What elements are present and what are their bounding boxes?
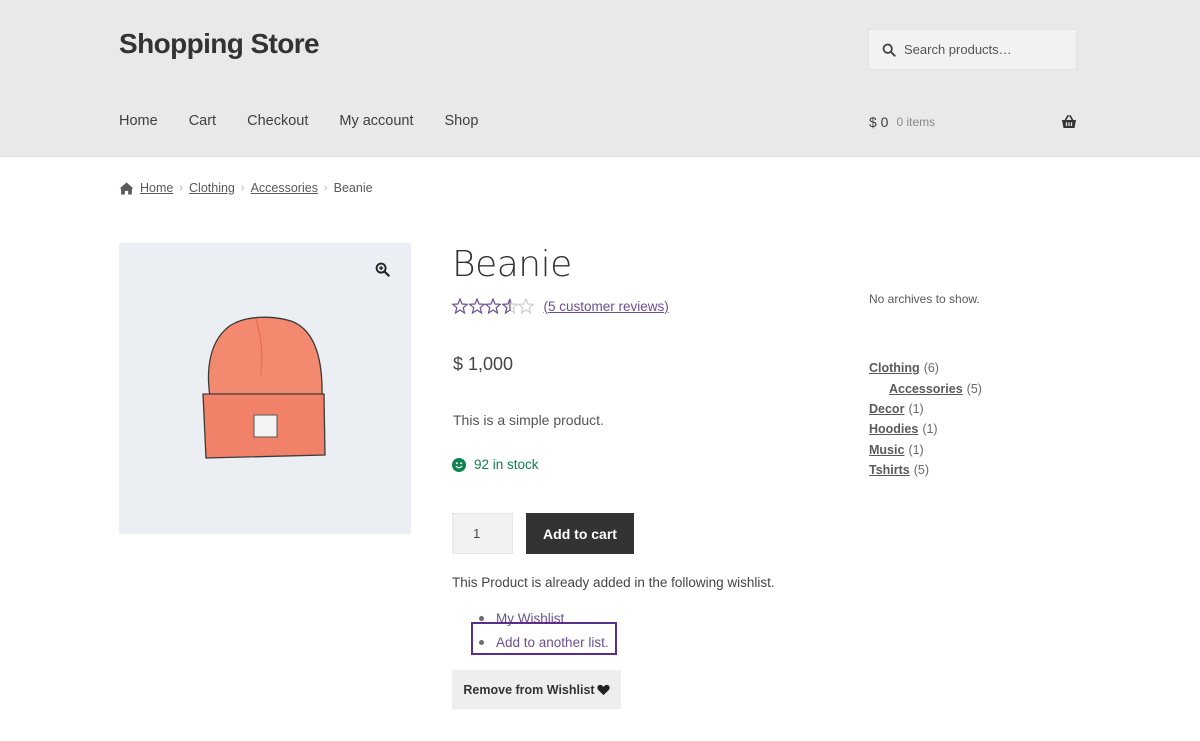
category-count: (1) [908, 401, 924, 416]
star-empty-icon [518, 298, 534, 314]
customer-reviews-link[interactable]: (5 customer reviews) [544, 299, 669, 314]
category-link-clothing[interactable]: Clothing [869, 361, 920, 375]
nav-shop[interactable]: Shop [445, 113, 479, 129]
category-count: (6) [923, 361, 939, 376]
remove-from-wishlist-button[interactable]: Remove from Wishlist [452, 670, 621, 709]
category-item: Accessories (5) [869, 378, 982, 398]
breadcrumb-current: Beanie [333, 181, 373, 195]
site-title[interactable]: Shopping Store [119, 28, 320, 60]
category-link-decor[interactable]: Decor [869, 402, 904, 416]
no-archives-text: No archives to show. [869, 292, 980, 306]
category-item: Music (1) [869, 440, 982, 460]
stock-status: 92 in stock [452, 457, 539, 472]
category-count: (5) [966, 381, 982, 396]
quantity-input[interactable]: 1 [452, 513, 513, 554]
star-icon [452, 298, 468, 314]
zoom-icon[interactable] [375, 262, 390, 277]
basket-icon[interactable] [1061, 114, 1077, 130]
stock-text: 92 in stock [474, 457, 539, 472]
beanie-image [202, 316, 326, 459]
focus-highlight [471, 622, 617, 655]
primary-nav: Home Cart Checkout My account Shop [119, 113, 509, 129]
star-icon [468, 298, 485, 314]
remove-label: Remove from Wishlist [463, 682, 595, 697]
category-link-music[interactable]: Music [869, 443, 904, 457]
nav-my-account[interactable]: My account [339, 113, 413, 129]
category-item: Hoodies (1) [869, 419, 982, 439]
category-count: (1) [922, 422, 938, 437]
product-description: This is a simple product. [453, 412, 604, 428]
category-count: (5) [913, 463, 930, 478]
category-item: Decor (1) [869, 399, 982, 419]
nav-checkout[interactable]: Checkout [247, 113, 308, 129]
smile-icon [452, 457, 466, 472]
nav-home[interactable]: Home [119, 113, 158, 129]
heart-icon [596, 684, 610, 695]
breadcrumb: Home › Clothing › Accessories › Beanie [119, 181, 373, 195]
breadcrumb-home[interactable]: Home [140, 181, 173, 195]
home-icon [119, 181, 134, 195]
search-box[interactable] [868, 29, 1077, 70]
cart-amount: $ 0 [869, 114, 889, 130]
bullet [479, 615, 484, 621]
breadcrumb-clothing[interactable]: Clothing [189, 181, 235, 195]
breadcrumb-separator: › [240, 182, 245, 194]
header-cart[interactable]: $ 0 0 items [869, 114, 1077, 130]
category-link-tshirts[interactable]: Tshirts [869, 463, 910, 477]
product-image[interactable] [119, 243, 411, 534]
product-title: Beanie [452, 244, 572, 285]
search-input[interactable] [904, 42, 1064, 57]
category-link-hoodies[interactable]: Hoodies [869, 422, 918, 436]
breadcrumb-separator: › [179, 182, 184, 194]
add-to-cart-button[interactable]: Add to cart [526, 513, 634, 554]
star-rating [452, 298, 535, 314]
wishlist-note: This Product is already added in the fol… [452, 575, 775, 590]
cart-item-count: 0 items [896, 115, 936, 129]
breadcrumb-separator: › [323, 182, 328, 194]
breadcrumb-accessories[interactable]: Accessories [251, 181, 318, 195]
category-link-accessories[interactable]: Accessories [889, 382, 963, 396]
star-icon [485, 298, 501, 314]
category-item: Tshirts (5) [869, 460, 982, 480]
star-half-icon [501, 298, 518, 314]
category-count: (1) [908, 442, 924, 457]
category-item: Clothing (6) [869, 358, 982, 378]
nav-cart[interactable]: Cart [189, 113, 216, 129]
category-list: Clothing (6) Accessories (5) Decor (1) H… [869, 358, 982, 480]
product-price: $ 1,000 [453, 354, 514, 374]
site-header: Shopping Store Home Cart Checkout My acc… [0, 0, 1200, 157]
search-icon [882, 43, 896, 57]
product-rating: (5 customer reviews) [452, 298, 669, 314]
